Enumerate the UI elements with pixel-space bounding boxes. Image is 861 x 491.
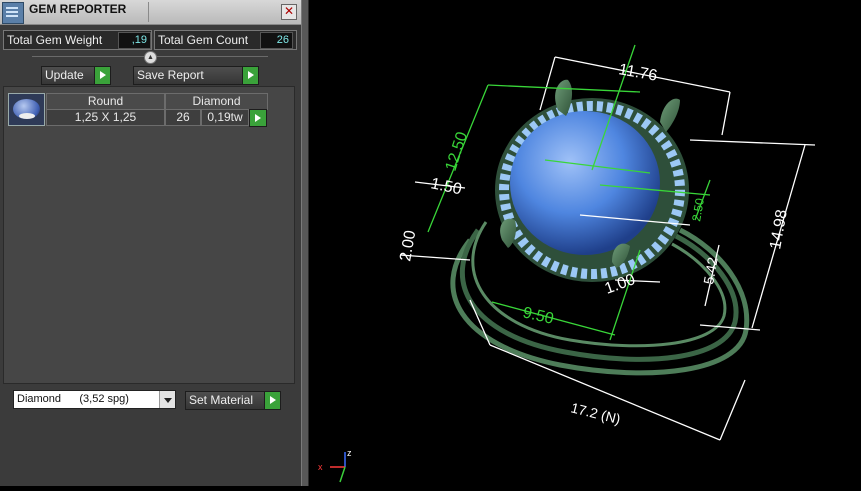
total-gem-weight-label: Total Gem Weight [7,33,103,47]
collapse-toggle-icon[interactable]: ▲ [144,51,157,64]
table-header-material: Diamond [165,93,268,110]
dim-label-ring-size: 17.2 (N) [569,399,622,427]
save-report-button[interactable]: Save Report [133,66,259,85]
3d-viewport[interactable]: 11.76 12.50 1.50 2.00 2.50 14.98 5.42 1.… [309,0,861,486]
dim-label-150: 1.50 [429,175,463,198]
total-gem-weight-value: ,19 [118,32,151,49]
ring-render: 11.76 12.50 1.50 2.00 2.50 14.98 5.42 1.… [318,44,816,483]
row-action-arrow-icon[interactable] [249,109,267,127]
total-gem-weight-box: Total Gem Weight ,19 [3,30,152,50]
table-header-shape: Round [46,93,165,110]
panel-titlebar[interactable]: GEM REPORTER ✕ [0,0,301,25]
axis-label-x: x [318,462,323,472]
total-gem-count-value: 26 [260,32,293,49]
update-button-label: Update [45,68,84,82]
close-button[interactable]: ✕ [281,4,297,20]
oval-gem-thumbnail-icon[interactable] [8,93,45,126]
dim-label-200: 2.00 [397,229,419,263]
chevron-down-icon[interactable] [159,391,175,408]
material-select-value: Diamond (3,52 spg) [17,393,129,405]
update-button[interactable]: Update [41,66,111,85]
axis-label-z: z [347,448,352,458]
dim-label-stone-length: 12.50 [443,130,472,173]
panel-title: GEM REPORTER [29,2,127,16]
axis-gizmo-icon: z x [318,448,352,483]
center-oval-stone [510,111,660,255]
play-arrow-icon [264,392,280,409]
material-select[interactable]: Diamond (3,52 spg) [13,390,176,409]
dim-label-width: 11.76 [617,61,658,85]
gem-list[interactable] [3,86,295,384]
panel-splitter[interactable] [301,0,309,486]
gem-reporter-panel: GEM REPORTER ✕ Total Gem Weight ,19 Tota… [0,0,301,486]
gem-reporter-app-icon [2,2,24,24]
total-gem-count-label: Total Gem Count [158,33,249,47]
table-cell-weight: 0,19tw [201,109,249,126]
dim-label-250: 2.50 [689,197,707,223]
title-separator [148,2,149,22]
table-cell-count: 26 [165,109,201,126]
dim-label-542: 5.42 [700,256,721,286]
dim-label-height: 14.98 [767,208,791,250]
total-gem-count-box: Total Gem Count 26 [154,30,297,50]
set-material-button-label: Set Material [189,393,254,407]
play-arrow-icon [242,67,258,84]
set-material-button[interactable]: Set Material [185,391,281,410]
dim-label-950: 9.50 [521,304,555,328]
play-arrow-icon [94,67,110,84]
save-report-button-label: Save Report [137,68,204,82]
table-cell-size: 1,25 X 1,25 [46,109,165,126]
